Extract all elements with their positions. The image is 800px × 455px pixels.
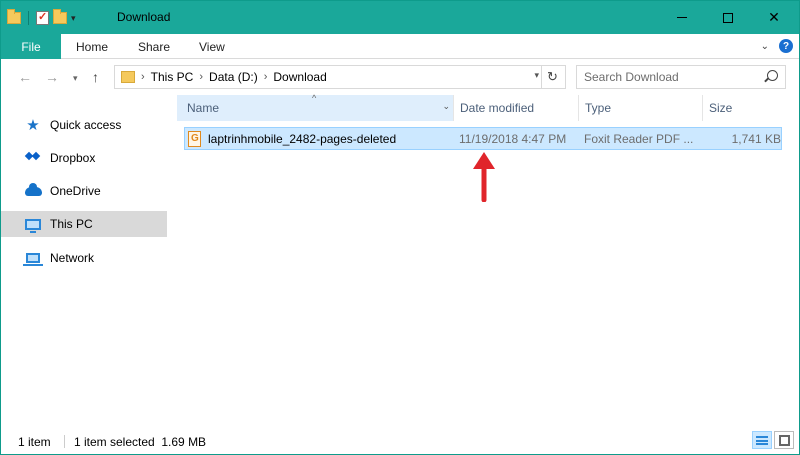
breadcrumb-chevron-icon[interactable]: › xyxy=(199,71,203,83)
maximize-button[interactable] xyxy=(705,1,751,34)
sidebar-item-onedrive[interactable]: OneDrive xyxy=(1,178,167,204)
sidebar-item-label: Quick access xyxy=(50,118,122,132)
column-header-label: Date modified xyxy=(460,101,535,115)
forward-arrow-icon[interactable]: → xyxy=(45,69,59,85)
network-icon xyxy=(23,250,43,266)
view-toggle xyxy=(752,431,794,449)
column-header-type[interactable]: Type xyxy=(579,95,703,121)
file-size: 1,741 KB xyxy=(731,131,781,146)
ribbon-tabs: File Home Share View ⌄ ? xyxy=(1,34,799,59)
ribbon-controls: ⌄ ? xyxy=(761,39,793,53)
up-arrow-icon[interactable]: ↑ xyxy=(92,69,99,85)
column-header-label: Type xyxy=(585,101,612,115)
toolbar-separator xyxy=(28,11,29,25)
breadcrumb-chevron-icon[interactable]: › xyxy=(141,71,145,83)
file-type: Foxit Reader PDF ... xyxy=(584,131,694,146)
sidebar-item-label: OneDrive xyxy=(50,184,101,198)
maximize-icon xyxy=(723,12,733,23)
close-icon: ✕ xyxy=(768,9,780,25)
breadcrumb-chevron-icon[interactable]: › xyxy=(264,71,268,83)
file-name: laptrinhmobile_2482-pages-deleted xyxy=(208,131,397,146)
sidebar-item-this-pc[interactable]: This PC xyxy=(1,211,167,237)
folder-icon xyxy=(121,71,135,83)
window-title: Download xyxy=(117,10,171,24)
close-button[interactable]: ✕ xyxy=(751,1,797,34)
large-icons-view-icon xyxy=(778,434,790,446)
column-header-date-modified[interactable]: Date modified xyxy=(454,95,579,121)
red-annotation-arrow-icon xyxy=(473,152,495,202)
column-header-label: Name xyxy=(187,101,220,115)
details-view-button[interactable] xyxy=(752,431,772,449)
sidebar-item-network[interactable]: Network xyxy=(1,245,167,271)
breadcrumb-download[interactable]: Download xyxy=(273,70,326,84)
customize-toolbar-dropdown-icon[interactable]: ▾ xyxy=(71,13,76,24)
file-row[interactable]: laptrinhmobile_2482-pages-deleted 11/19/… xyxy=(184,127,782,150)
recent-locations-chevron-icon[interactable]: ▾ xyxy=(73,73,78,84)
large-icons-view-button[interactable] xyxy=(774,431,794,449)
back-arrow-icon[interactable]: ← xyxy=(18,69,32,85)
status-separator xyxy=(64,435,65,448)
navigation-pane: ★ Quick access Dropbox OneDrive This PC … xyxy=(1,95,167,427)
column-header-label: Size xyxy=(709,101,733,115)
dropbox-icon xyxy=(24,150,42,166)
navigation-bar: ← → ▾ ↑ › This PC › Data (D:) › Download… xyxy=(1,59,799,95)
search-input[interactable] xyxy=(577,66,757,88)
explorer-window: ▾ Download ✕ File Home Share View ⌄ ? ← … xyxy=(0,0,800,455)
file-name-cell[interactable]: laptrinhmobile_2482-pages-deleted xyxy=(188,128,396,149)
column-filter-chevron-icon[interactable]: ⌄ xyxy=(442,101,450,112)
file-list-pane: Name ⌄ ^ Date modified Type Size laptrin… xyxy=(167,93,799,427)
address-bar[interactable]: › This PC › Data (D:) › Download ▾ ↻ xyxy=(114,65,566,89)
computer-icon xyxy=(24,216,42,233)
breadcrumb-this-pc[interactable]: This PC xyxy=(151,70,194,84)
tab-share[interactable]: Share xyxy=(138,34,170,59)
refresh-icon[interactable]: ↻ xyxy=(541,66,563,88)
folder-icon xyxy=(7,9,21,24)
status-item-count: 1 item xyxy=(18,435,51,449)
expand-ribbon-chevron-icon[interactable]: ⌄ xyxy=(761,41,769,52)
status-selection: 1 item selected 1.69 MB xyxy=(74,435,207,449)
search-box[interactable] xyxy=(576,65,786,89)
title-bar: ▾ Download ✕ xyxy=(1,1,799,34)
onedrive-cloud-icon xyxy=(24,182,42,199)
new-folder-icon[interactable] xyxy=(53,9,67,24)
file-date-modified: 11/19/2018 4:47 PM xyxy=(459,131,567,146)
address-history-dropdown-icon[interactable]: ▾ xyxy=(534,70,539,81)
foxit-pdf-icon xyxy=(188,130,201,147)
sidebar-item-label: Network xyxy=(50,251,95,265)
minimize-button[interactable] xyxy=(659,1,705,34)
breadcrumb-data-drive[interactable]: Data (D:) xyxy=(209,70,258,84)
minimize-icon xyxy=(677,17,687,18)
sidebar-item-label: Dropbox xyxy=(50,151,96,165)
tab-home[interactable]: Home xyxy=(76,34,108,59)
star-icon: ★ xyxy=(26,117,40,134)
sidebar-item-quick-access[interactable]: ★ Quick access xyxy=(1,112,167,138)
tab-file[interactable]: File xyxy=(1,34,61,59)
sidebar-item-dropbox[interactable]: Dropbox xyxy=(1,145,167,171)
quick-access-toolbar: ▾ xyxy=(7,9,76,27)
search-icon[interactable] xyxy=(767,70,778,81)
tab-view[interactable]: View xyxy=(199,34,225,59)
sort-ascending-icon: ^ xyxy=(312,93,317,103)
sidebar-item-label: This PC xyxy=(50,217,93,231)
details-view-icon xyxy=(756,435,768,445)
status-bar: 1 item 1 item selected 1.69 MB xyxy=(1,427,799,454)
properties-icon[interactable] xyxy=(36,10,49,25)
help-icon[interactable]: ? xyxy=(779,39,793,53)
column-header-size[interactable]: Size xyxy=(703,95,786,121)
